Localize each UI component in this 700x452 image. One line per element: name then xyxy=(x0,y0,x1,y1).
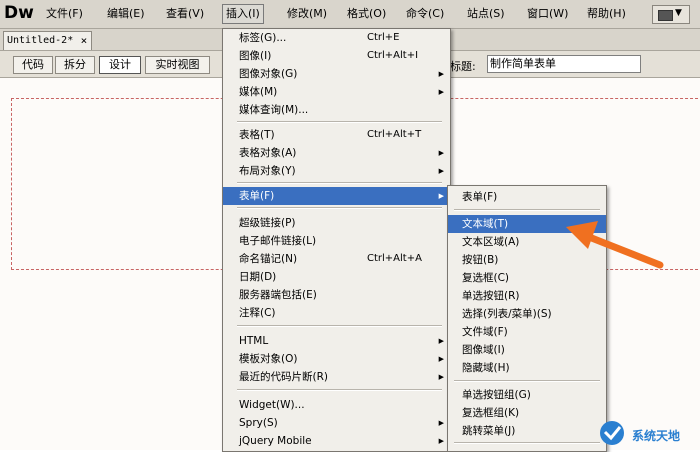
triangle-right-icon: ▶ xyxy=(438,192,444,200)
triangle-right-icon: ▶ xyxy=(438,373,444,381)
insert-menu-item-media-query[interactable]: 媒体查询(M)... xyxy=(223,101,450,119)
insert-menu: 标签(G)... Ctrl+E 图像(I) Ctrl+Alt+I 图像对象(G) ▶ … xyxy=(222,28,451,452)
form-submenu-item-jump-menu[interactable]: 跳转菜单(J) xyxy=(448,422,606,440)
triangle-right-icon: ▶ xyxy=(438,337,444,345)
menu-separator xyxy=(237,121,442,123)
insert-menu-item-named-anchor[interactable]: 命名锚记(N) Ctrl+Alt+A xyxy=(223,250,450,268)
menu-modify[interactable]: 修改(M) xyxy=(287,6,327,22)
insert-menu-item-form[interactable]: 表单(F) ▶ xyxy=(223,187,450,205)
triangle-right-icon: ▶ xyxy=(438,355,444,363)
menu-file[interactable]: 文件(F) xyxy=(46,6,83,22)
form-submenu-item-hidden-field[interactable]: 隐藏域(H) xyxy=(448,359,606,377)
insert-menu-item-html[interactable]: HTML ▶ xyxy=(223,332,450,350)
triangle-right-icon: ▶ xyxy=(438,88,444,96)
insert-menu-item-jquery-mobile[interactable]: jQuery Mobile ▶ xyxy=(223,432,450,450)
live-view-button[interactable]: 实时视图 xyxy=(145,56,210,74)
menu-insert[interactable]: 插入(I) xyxy=(222,4,264,24)
insert-menu-item-comment[interactable]: 注释(C) xyxy=(223,304,450,322)
menu-separator xyxy=(454,380,600,382)
insert-menu-item-image-objects[interactable]: 图像对象(G) ▶ xyxy=(223,65,450,83)
menubar: Dw 文件(F) 编辑(E) 查看(V) 插入(I) 修改(M) 格式(O) 命… xyxy=(0,0,700,29)
document-tab[interactable]: Untitled-2* × xyxy=(3,31,93,50)
menu-view[interactable]: 查看(V) xyxy=(166,6,204,22)
split-view-button[interactable]: 拆分 xyxy=(55,56,95,74)
design-view-button[interactable]: 设计 xyxy=(99,56,141,74)
form-submenu-item-checkbox-group[interactable]: 复选框组(K) xyxy=(448,404,606,422)
chevron-down-icon: ▼ xyxy=(675,8,682,18)
menu-edit[interactable]: 编辑(E) xyxy=(107,6,145,22)
menu-help[interactable]: 帮助(H) xyxy=(587,6,626,22)
insert-menu-item-media[interactable]: 媒体(M) ▶ xyxy=(223,83,450,101)
menu-separator xyxy=(454,442,600,444)
form-submenu-item-radio-group[interactable]: 单选按钮组(G) xyxy=(448,386,606,404)
menu-separator xyxy=(237,389,442,391)
insert-menu-item-server-side-include[interactable]: 服务器端包括(E) xyxy=(223,286,450,304)
menu-window[interactable]: 窗口(W) xyxy=(527,6,568,22)
title-input[interactable]: 制作简单表单 xyxy=(487,55,641,73)
insert-menu-item-template-objects[interactable]: 模板对象(O) ▶ xyxy=(223,350,450,368)
insert-menu-item-table-objects[interactable]: 表格对象(A) ▶ xyxy=(223,144,450,162)
layout-icon xyxy=(658,10,673,21)
dreamweaver-logo: Dw xyxy=(4,3,34,23)
form-submenu-item-radio-button[interactable]: 单选按钮(R) xyxy=(448,287,606,305)
menu-separator xyxy=(237,325,442,327)
insert-menu-item-image[interactable]: 图像(I) Ctrl+Alt+I xyxy=(223,47,450,65)
document-tab-label: Untitled-2* xyxy=(7,35,74,46)
insert-menu-item-hyperlink[interactable]: 超级链接(P) xyxy=(223,214,450,232)
insert-menu-item-layout-objects[interactable]: 布局对象(Y) ▶ xyxy=(223,162,450,180)
insert-menu-item-table[interactable]: 表格(T) Ctrl+Alt+T xyxy=(223,126,450,144)
insert-menu-item-date[interactable]: 日期(D) xyxy=(223,268,450,286)
menu-separator xyxy=(237,207,442,209)
layout-button[interactable]: ▼ xyxy=(652,5,690,24)
form-submenu-item-image-field[interactable]: 图像域(I) xyxy=(448,341,606,359)
menu-commands[interactable]: 命令(C) xyxy=(406,6,444,22)
menu-site[interactable]: 站点(S) xyxy=(467,6,505,22)
insert-menu-item-recent-snippets[interactable]: 最近的代码片断(R) ▶ xyxy=(223,368,450,386)
watermark: 系统天地 xyxy=(590,418,700,448)
form-submenu-item-select[interactable]: 选择(列表/菜单)(S) xyxy=(448,305,606,323)
form-submenu-item-file-field[interactable]: 文件域(F) xyxy=(448,323,606,341)
triangle-right-icon: ▶ xyxy=(438,437,444,445)
insert-menu-item-spry[interactable]: Spry(S) ▶ xyxy=(223,414,450,432)
menu-separator xyxy=(454,209,600,211)
insert-menu-item-widget[interactable]: Widget(W)... xyxy=(223,396,450,414)
close-icon[interactable]: × xyxy=(81,32,88,50)
triangle-right-icon: ▶ xyxy=(438,167,444,175)
code-view-button[interactable]: 代码 xyxy=(13,56,53,74)
triangle-right-icon: ▶ xyxy=(438,70,444,78)
insert-menu-item-email-link[interactable]: 电子邮件链接(L) xyxy=(223,232,450,250)
form-submenu-item-form[interactable]: 表单(F) xyxy=(448,188,606,206)
insert-menu-item-tag[interactable]: 标签(G)... Ctrl+E xyxy=(223,29,450,47)
menu-format[interactable]: 格式(O) xyxy=(347,6,386,22)
title-label: 标题: xyxy=(450,60,476,73)
triangle-right-icon: ▶ xyxy=(438,419,444,427)
watermark-logo-icon xyxy=(600,421,624,445)
watermark-text: 系统天地 xyxy=(632,429,681,443)
orange-arrow-icon xyxy=(566,221,664,269)
triangle-right-icon: ▶ xyxy=(438,149,444,157)
menu-separator xyxy=(237,182,442,184)
